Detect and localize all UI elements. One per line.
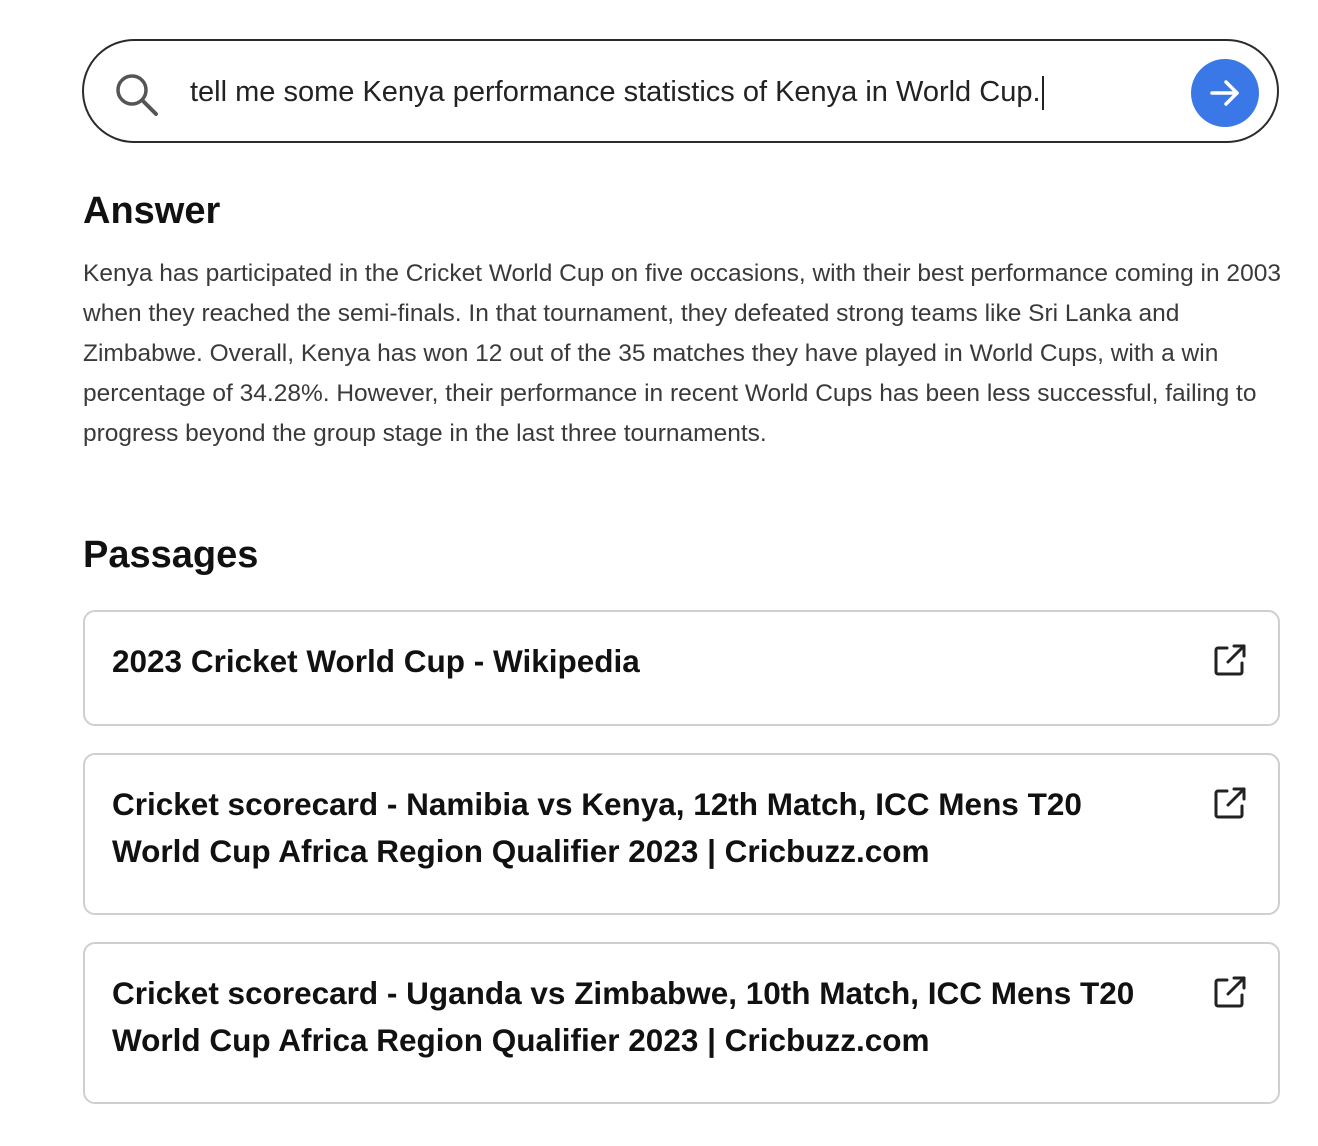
passage-card[interactable]: Cricket scorecard - Uganda vs Zimbabwe, … bbox=[83, 942, 1280, 1104]
passage-card[interactable]: 2023 Cricket World Cup - Wikipedia bbox=[83, 610, 1280, 726]
passages-heading: Passages bbox=[83, 534, 259, 576]
answer-heading: Answer bbox=[83, 190, 221, 232]
answer-text: Kenya has participated in the Cricket Wo… bbox=[83, 260, 1281, 447]
arrow-right-icon bbox=[1210, 80, 1239, 106]
external-link-icon[interactable] bbox=[1210, 972, 1250, 1012]
search-input[interactable]: tell me some Kenya performance statistic… bbox=[190, 67, 1180, 117]
search-bar[interactable]: tell me some Kenya performance statistic… bbox=[82, 39, 1279, 143]
search-query-text: tell me some Kenya performance statistic… bbox=[190, 76, 1041, 108]
passage-title[interactable]: Cricket scorecard - Uganda vs Zimbabwe, … bbox=[112, 970, 1172, 1064]
external-link-icon[interactable] bbox=[1210, 783, 1250, 823]
submit-button[interactable] bbox=[1191, 59, 1259, 127]
search-icon bbox=[116, 74, 158, 116]
passage-title[interactable]: 2023 Cricket World Cup - Wikipedia bbox=[112, 638, 1172, 685]
passage-card[interactable]: Cricket scorecard - Namibia vs Kenya, 12… bbox=[83, 753, 1280, 915]
external-link-icon[interactable] bbox=[1210, 640, 1250, 680]
passage-title[interactable]: Cricket scorecard - Namibia vs Kenya, 12… bbox=[112, 781, 1172, 875]
text-caret bbox=[1041, 76, 1044, 111]
